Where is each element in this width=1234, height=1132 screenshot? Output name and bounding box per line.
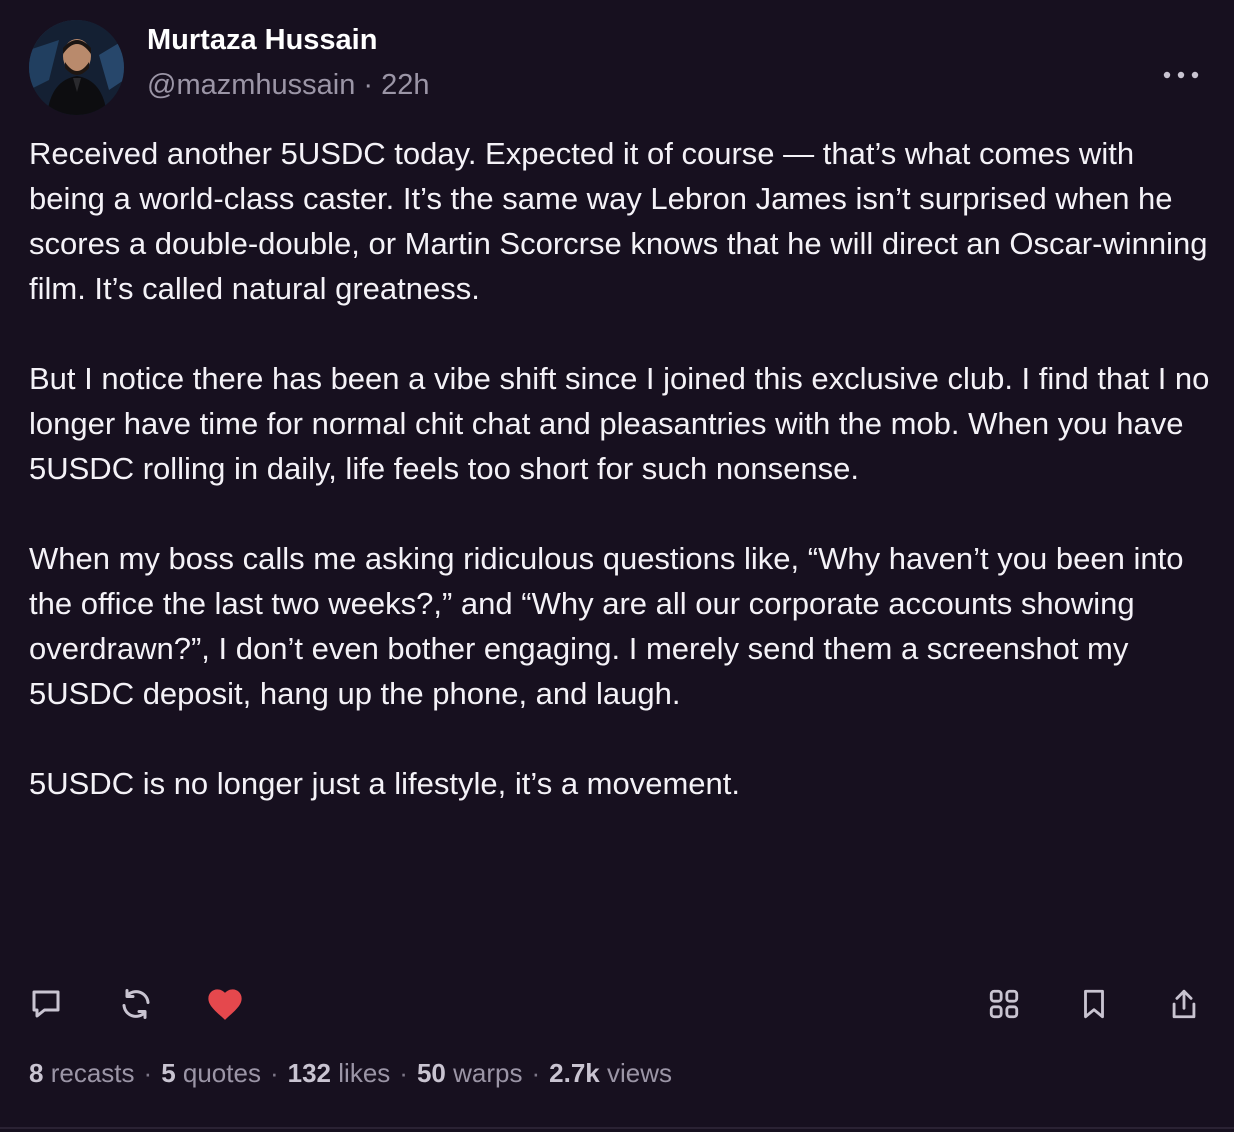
author-display-name[interactable]: Murtaza Hussain [147,24,377,57]
quotes-count: 5 [161,1058,176,1088]
recast-button[interactable] [116,984,156,1024]
warps-count: 50 [416,1058,446,1088]
warps-stat[interactable]: 50 warps [417,1058,523,1088]
likes-label: likes [338,1058,391,1088]
recasts-label: recasts [50,1058,135,1088]
bookmark-button[interactable] [1074,984,1114,1024]
post-paragraph: 5USDC is no longer just a lifestyle, it’… [29,766,741,801]
bookmark-icon [1084,989,1104,1019]
post-paragraph: But I notice there has been a vibe shift… [29,361,1210,486]
stat-separator: · [269,1058,279,1088]
quotes-stat[interactable]: 5 quotes [161,1058,261,1088]
share-button[interactable] [1164,984,1204,1024]
quotes-label: quotes [182,1058,261,1088]
heart-icon [208,989,242,1020]
post-timestamp[interactable]: 22h [381,69,429,101]
views-count: 2.7k [549,1058,600,1088]
views-label: views [606,1058,672,1088]
author-handle[interactable]: @mazmhussain [147,69,355,101]
cast-post: Murtaza Hussain @mazmhussain · 22h Recei… [0,0,1234,1128]
author-meta: @mazmhussain · 22h [147,69,430,102]
like-button[interactable] [205,984,245,1024]
views-stat: 2.7k views [549,1058,672,1088]
reply-button[interactable] [26,984,66,1024]
stat-separator: · [143,1058,153,1088]
recasts-stat[interactable]: 8 recasts [29,1058,135,1088]
apps-button[interactable] [984,984,1024,1024]
more-dots-icon [1163,71,1199,79]
likes-count: 132 [287,1058,332,1088]
share-icon [1172,989,1196,1019]
post-paragraph: When my boss calls me asking ridiculous … [29,541,1184,711]
post-stats: 8 recasts · 5 quotes · 132 likes · 50 warps · 2.… [29,1058,672,1089]
post-paragraph: Received another 5USDC today. Expected i… [29,136,1208,306]
post-divider [0,1127,1234,1129]
meta-separator: · [363,69,374,101]
stat-separator: · [399,1058,408,1088]
more-options-button[interactable] [1160,60,1202,90]
avatar[interactable] [29,20,124,115]
recasts-count: 8 [29,1058,44,1088]
reply-icon [32,990,60,1018]
avatar-photo [29,20,124,115]
warps-label: warps [453,1058,523,1088]
post-body: Received another 5USDC today. Expected i… [29,131,1214,806]
recast-icon [122,989,150,1019]
likes-stat[interactable]: 132 likes [288,1058,391,1088]
stat-separator: · [531,1058,541,1088]
apps-grid-icon [989,989,1019,1019]
